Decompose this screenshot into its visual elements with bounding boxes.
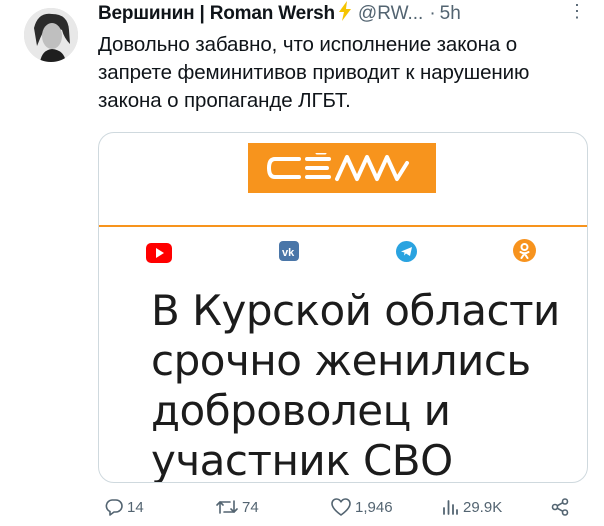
views-icon bbox=[443, 500, 458, 515]
card-headline: В Курской области срочно женились добров… bbox=[151, 286, 560, 483]
retweet-button[interactable]: 74 bbox=[215, 497, 259, 517]
share-icon bbox=[551, 498, 569, 516]
heart-icon bbox=[331, 498, 351, 516]
reply-button[interactable]: 14 bbox=[104, 497, 144, 517]
like-count: 1,946 bbox=[355, 498, 393, 516]
odnoklassniki-icon[interactable] bbox=[513, 239, 536, 262]
share-button[interactable] bbox=[550, 497, 573, 517]
tweet-header: Вершинин | Roman Wersh @RW... · 5h ⋮ bbox=[98, 1, 586, 27]
svg-text:vk: vk bbox=[282, 247, 295, 259]
reply-icon bbox=[105, 499, 123, 516]
views-button[interactable]: 29.9K bbox=[440, 497, 502, 517]
more-options-icon[interactable]: ⋮ bbox=[568, 1, 586, 22]
verified-badge-icon bbox=[338, 1, 352, 26]
like-button[interactable]: 1,946 bbox=[330, 497, 393, 517]
retweet-count: 74 bbox=[242, 498, 259, 516]
youtube-icon[interactable] bbox=[146, 243, 172, 263]
avatar[interactable] bbox=[24, 8, 78, 62]
author-name[interactable]: Вершинин | Roman Wersh bbox=[98, 3, 335, 24]
avatar-photo bbox=[24, 8, 78, 62]
seim-logo bbox=[248, 143, 436, 193]
separator-dot: · bbox=[429, 3, 436, 24]
tweet-timestamp[interactable]: 5h bbox=[440, 3, 461, 24]
vk-icon[interactable]: vk bbox=[279, 241, 299, 261]
reply-count: 14 bbox=[127, 498, 144, 516]
link-card[interactable]: vk В Курской области срочно женились доб… bbox=[98, 132, 588, 483]
tweet-actions-bar: 14 74 1,946 29.9K bbox=[0, 495, 604, 525]
tweet-text: Довольно забавно, что исполнение закона … bbox=[98, 33, 530, 112]
views-count: 29.9K bbox=[463, 498, 503, 516]
retweet-icon bbox=[216, 500, 238, 514]
author-handle[interactable]: @RW... bbox=[358, 3, 423, 24]
divider-line bbox=[99, 225, 587, 227]
seim-logo-wordmark bbox=[267, 153, 409, 181]
telegram-icon[interactable] bbox=[396, 241, 417, 262]
